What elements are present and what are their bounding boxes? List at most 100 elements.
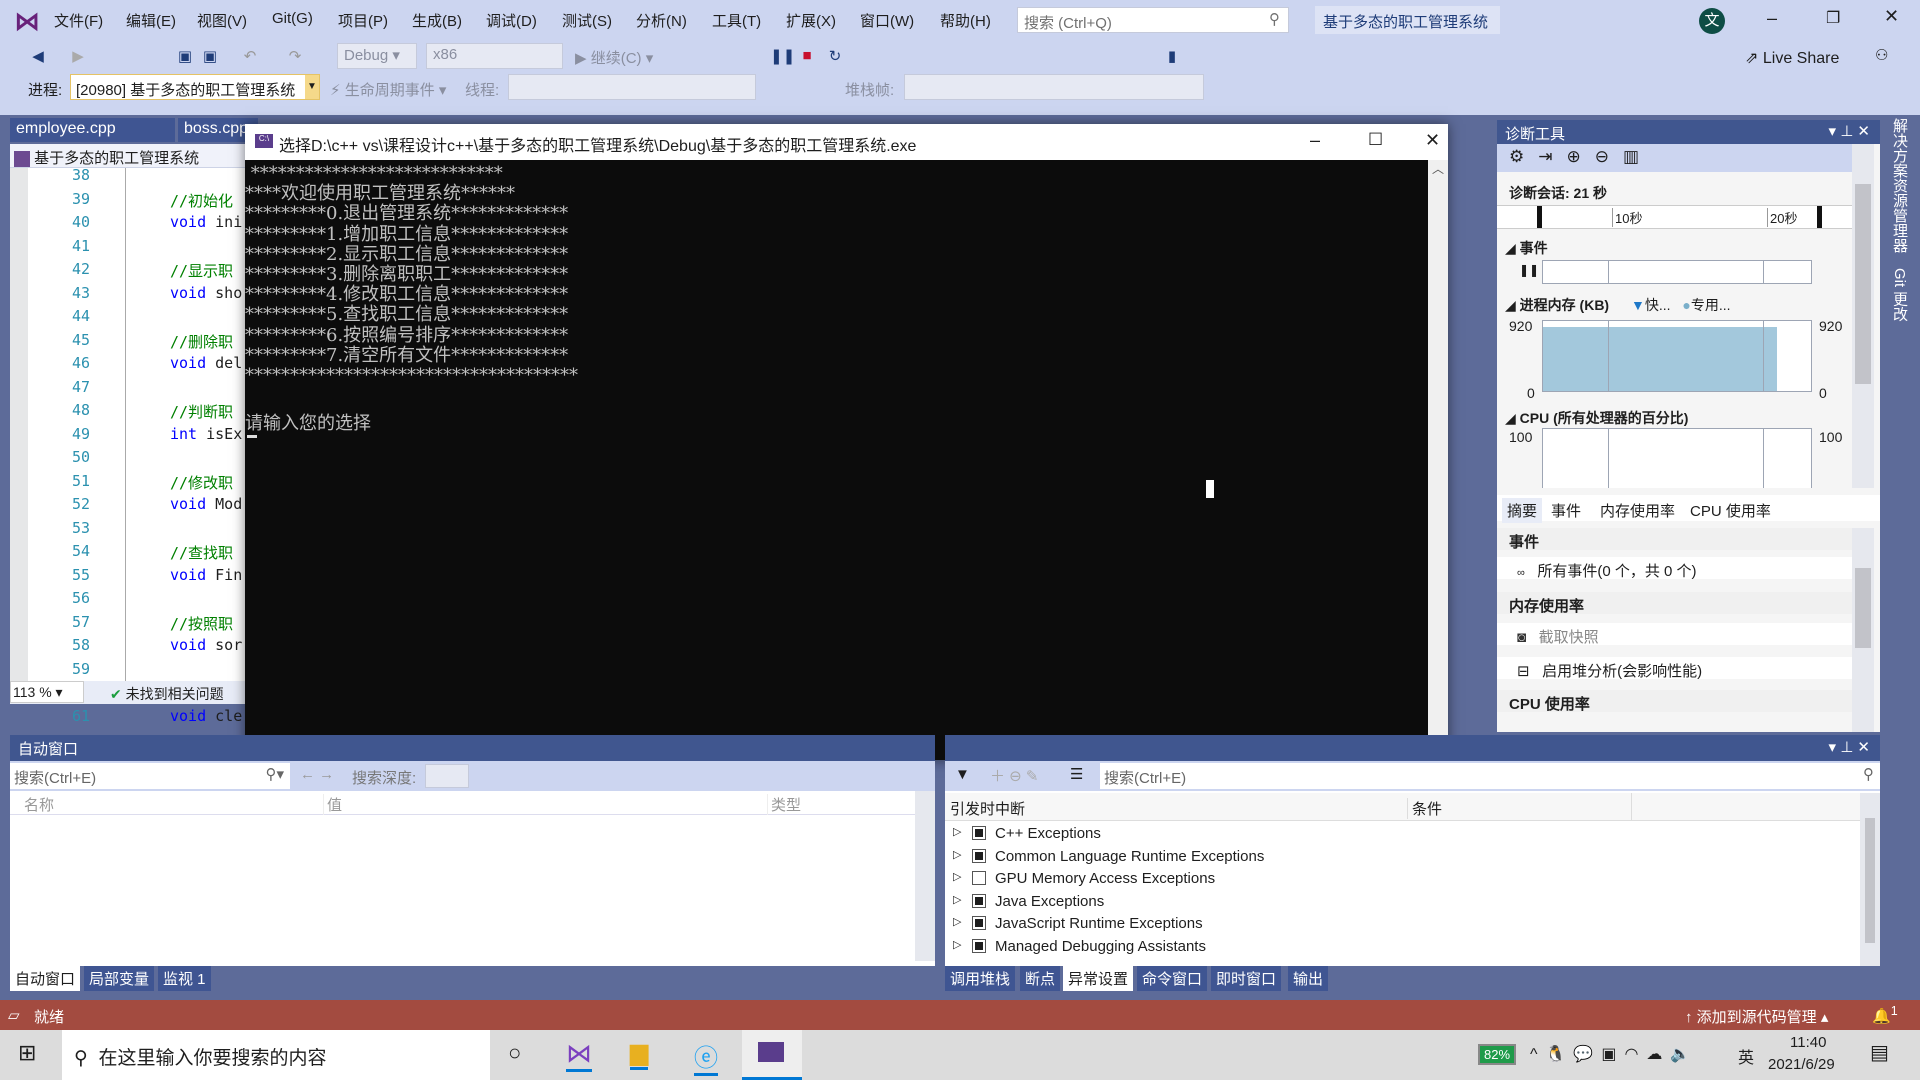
exceptions-tab[interactable]: 输出 bbox=[1288, 966, 1329, 991]
exception-row[interactable]: ▷ Managed Debugging Assistants bbox=[945, 936, 1845, 958]
menu-item[interactable]: 帮助(H) bbox=[940, 10, 991, 31]
menu-item[interactable]: 项目(P) bbox=[338, 10, 388, 31]
config-dropdown[interactable]: Debug ▾ bbox=[337, 43, 417, 69]
all-events-link[interactable]: ∞ 所有事件(0 个，共 0 个) bbox=[1497, 557, 1852, 580]
undo-icon[interactable]: ↶ bbox=[240, 47, 260, 67]
exception-row[interactable]: ▷ C++ Exceptions bbox=[945, 823, 1845, 845]
col-name[interactable]: 名称 bbox=[24, 794, 54, 815]
events-section[interactable]: ◢ 事件 bbox=[1505, 238, 1548, 258]
exceptions-tab[interactable]: 异常设置 bbox=[1063, 966, 1134, 991]
editor-nav-bar[interactable]: 基于多态的职工管理系统 bbox=[10, 144, 245, 168]
exceptions-tab[interactable]: 命令窗口 bbox=[1137, 966, 1208, 991]
add-source-control-button[interactable]: ↑ 添加到源代码管理 ▴ bbox=[1685, 1006, 1828, 1027]
solution-explorer-tab[interactable]: 解决方案资源管理器 bbox=[1888, 118, 1910, 253]
back-icon[interactable]: ◀ bbox=[28, 47, 48, 67]
col-type[interactable]: 类型 bbox=[767, 794, 801, 815]
git-changes-tab[interactable]: Git 更改 bbox=[1888, 268, 1910, 321]
stop-icon[interactable]: ■ bbox=[797, 47, 817, 67]
clock-time[interactable]: 11:40 bbox=[1790, 1034, 1826, 1051]
minimize-button[interactable]: – bbox=[1767, 8, 1777, 29]
ime-indicator[interactable]: 英 bbox=[1738, 1044, 1754, 1068]
exception-checkbox[interactable] bbox=[972, 871, 986, 885]
console-title-bar[interactable]: C:\ 选择D:\c++ vs\课程设计c++\基于多态的职工管理系统\Debu… bbox=[245, 124, 1448, 160]
exceptions-scrollbar[interactable] bbox=[1860, 793, 1880, 966]
export-icon[interactable]: ⇥ bbox=[1538, 147, 1566, 166]
action-center-icon[interactable]: ▤ bbox=[1870, 1040, 1889, 1065]
heap-profiling-button[interactable]: ⊟ 启用堆分析(会影响性能) bbox=[1497, 657, 1852, 680]
col-value[interactable]: 值 bbox=[323, 794, 342, 815]
feedback-icon[interactable]: ⚇ bbox=[1875, 46, 1888, 64]
lifecycle-events-button[interactable]: ⚡ 生命周期事件 ▾ bbox=[330, 79, 446, 100]
diag-window-controls[interactable]: ▾ ⊥ ✕ bbox=[1829, 122, 1871, 140]
thread-dropdown[interactable] bbox=[508, 74, 756, 100]
visual-studio-icon[interactable]: ⋈ bbox=[566, 1038, 592, 1072]
issues-status[interactable]: ✔ 未找到相关问题 bbox=[110, 684, 224, 704]
stackframe-dropdown[interactable] bbox=[904, 74, 1204, 100]
exception-checkbox[interactable] bbox=[972, 916, 986, 930]
save-all-icon[interactable]: ▣ bbox=[200, 47, 220, 67]
browser-icon[interactable]: ⓔ bbox=[694, 1038, 718, 1076]
expand-icon[interactable]: ▷ bbox=[953, 893, 961, 906]
exception-checkbox[interactable] bbox=[972, 938, 986, 953]
back-arrow-icon[interactable]: ← → bbox=[300, 766, 334, 783]
exception-row[interactable]: ▷ GPU Memory Access Exceptions bbox=[945, 868, 1845, 890]
chart-icon[interactable]: ▥ bbox=[1623, 147, 1653, 166]
menu-item[interactable]: 编辑(E) bbox=[126, 10, 176, 31]
platform-dropdown[interactable]: x86 bbox=[426, 43, 563, 69]
zoom-dropdown[interactable]: 113 % ▾ bbox=[10, 681, 84, 703]
diag-tab[interactable]: 事件 bbox=[1546, 498, 1586, 523]
menu-item[interactable]: Git(G) bbox=[272, 10, 313, 27]
process-dropdown[interactable]: [20980] 基于多态的职工管理系统 ▼ bbox=[70, 74, 320, 100]
continue-button[interactable]: ▶ 继续(C) ▾ bbox=[575, 47, 653, 68]
avatar[interactable]: 文 bbox=[1699, 8, 1725, 34]
col-break-when-thrown[interactable]: 引发时中断 bbox=[950, 798, 1025, 819]
autos-tab[interactable]: 监视 1 bbox=[158, 966, 211, 991]
summary-scrollbar[interactable] bbox=[1852, 528, 1874, 732]
menu-item[interactable]: 视图(V) bbox=[197, 10, 247, 31]
menu-item[interactable]: 测试(S) bbox=[562, 10, 612, 31]
forward-icon[interactable]: ▶ bbox=[68, 47, 88, 67]
exceptions-tab[interactable]: 即时窗口 bbox=[1211, 966, 1282, 991]
expand-icon[interactable]: ▷ bbox=[953, 915, 961, 928]
taskbar-search[interactable]: ⚲ 在这里输入你要搜索的内容 bbox=[62, 1030, 490, 1080]
filter-icon[interactable]: ▼ bbox=[955, 766, 970, 783]
diag-tab[interactable]: CPU 使用率 bbox=[1685, 498, 1776, 523]
exception-checkbox[interactable] bbox=[972, 848, 986, 863]
console-maximize-button[interactable]: ☐ bbox=[1368, 130, 1383, 150]
zoom-out-icon[interactable]: ⊖ bbox=[1595, 147, 1623, 166]
zoom-in-icon[interactable]: ⊕ bbox=[1567, 147, 1595, 166]
expand-icon[interactable]: ▷ bbox=[953, 825, 961, 838]
timeline-ruler[interactable]: 10秒 20秒 bbox=[1497, 205, 1852, 229]
tray-icons[interactable]: ^🐧💬▣◠☁🔈 bbox=[1530, 1044, 1698, 1064]
exceptions-tab[interactable]: 断点 bbox=[1020, 966, 1061, 991]
take-snapshot-button[interactable]: ◙ 截取快照 bbox=[1497, 623, 1852, 646]
cpu-section[interactable]: ◢ CPU (所有处理器的百分比) bbox=[1505, 408, 1688, 428]
menu-item[interactable]: 窗口(W) bbox=[860, 10, 914, 31]
console-close-button[interactable]: ✕ bbox=[1425, 130, 1440, 151]
autos-tab[interactable]: 自动窗口 bbox=[10, 966, 81, 991]
expand-icon[interactable]: ▷ bbox=[953, 870, 961, 883]
menu-item[interactable]: 文件(F) bbox=[54, 10, 103, 31]
save-icon[interactable]: ▣ bbox=[175, 47, 195, 67]
console-window[interactable]: C:\ 选择D:\c++ vs\课程设计c++\基于多态的职工管理系统\Debu… bbox=[245, 124, 1448, 760]
autos-scrollbar[interactable] bbox=[915, 791, 935, 961]
expand-icon[interactable]: ▷ bbox=[953, 848, 961, 861]
bookmark-icon[interactable]: ▮ bbox=[1162, 47, 1182, 67]
menu-item[interactable]: 扩展(X) bbox=[786, 10, 836, 31]
exception-checkbox[interactable] bbox=[972, 826, 986, 840]
autos-search-input[interactable]: 搜索(Ctrl+E) ⚲▾ bbox=[10, 763, 290, 789]
col-conditions[interactable]: 条件 bbox=[1407, 798, 1442, 819]
pause-icon[interactable]: ❚❚ bbox=[770, 47, 795, 67]
diag-tab[interactable]: 摘要 bbox=[1502, 498, 1543, 523]
expand-icon[interactable]: ▷ bbox=[953, 938, 961, 951]
live-share-button[interactable]: ⇗ Live Share bbox=[1745, 48, 1839, 68]
console-taskbar-icon[interactable] bbox=[742, 1030, 802, 1080]
clock-date[interactable]: 2021/6/29 bbox=[1768, 1056, 1835, 1073]
search-depth-dropdown[interactable] bbox=[425, 764, 469, 788]
list-icon[interactable]: ☰ bbox=[1070, 765, 1083, 783]
console-scrollbar[interactable]: ︿ ﹀ bbox=[1428, 160, 1448, 760]
restore-button[interactable]: ❐ bbox=[1826, 8, 1840, 28]
diag-scrollbar[interactable] bbox=[1852, 144, 1874, 488]
notifications-icon[interactable]: 🔔1 bbox=[1872, 1004, 1898, 1025]
exception-row[interactable]: ▷ JavaScript Runtime Exceptions bbox=[945, 913, 1845, 935]
